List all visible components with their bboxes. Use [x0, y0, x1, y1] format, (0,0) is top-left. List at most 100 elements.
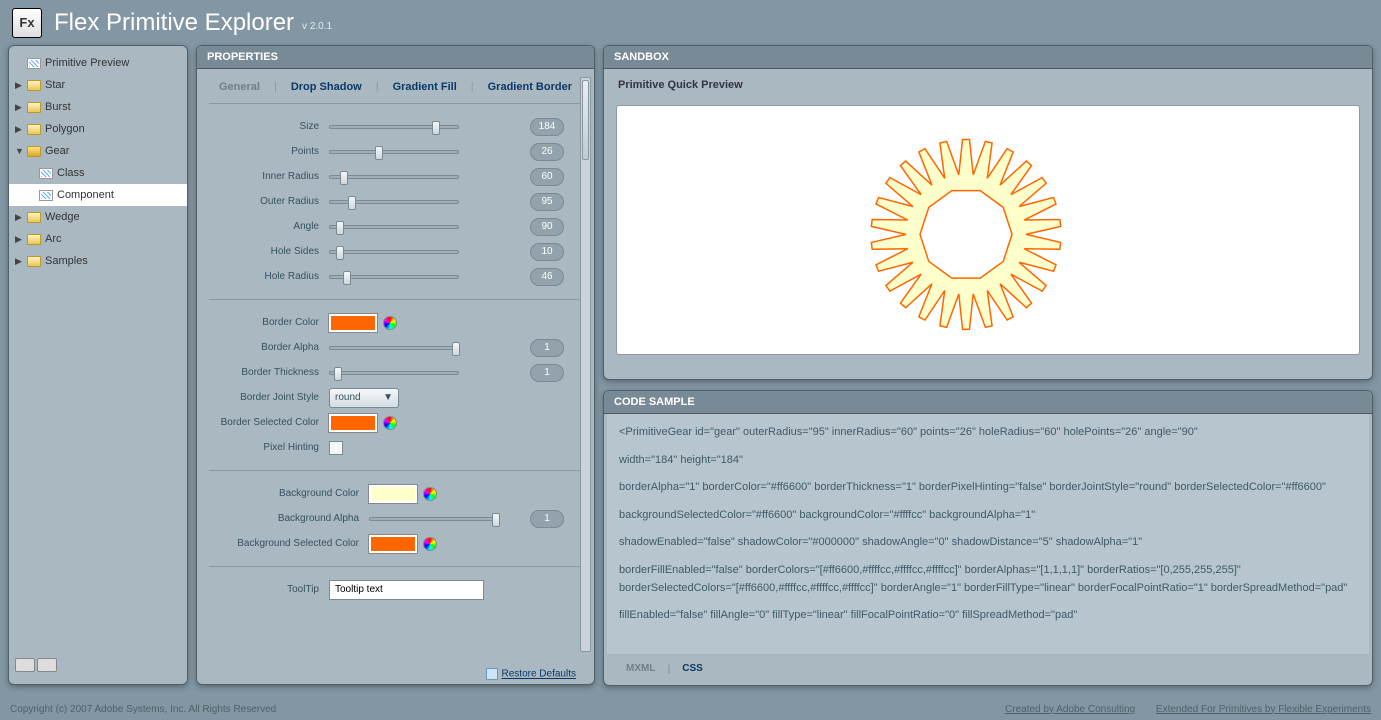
folder-icon: [27, 124, 41, 135]
color-picker-icon[interactable]: [423, 537, 437, 551]
outer-radius-slider[interactable]: [329, 200, 459, 204]
arrow-right-icon: ▶: [15, 256, 27, 267]
sandbox-header: SANDBOX: [604, 46, 1372, 69]
tab-css[interactable]: CSS: [672, 660, 713, 679]
code-header: CODE SAMPLE: [604, 391, 1372, 414]
arrow-right-icon: ▶: [15, 80, 27, 91]
bg-color-label: Background Color: [209, 488, 369, 499]
app-header: Fx Flex Primitive Explorer v 2.0.1: [0, 0, 1381, 45]
border-sel-swatch[interactable]: [329, 414, 377, 432]
tree-root[interactable]: Primitive Preview: [9, 52, 187, 74]
tooltip-input[interactable]: [329, 580, 484, 600]
tree-item-gear[interactable]: ▼Gear: [9, 140, 187, 162]
tree: Primitive Preview ▶Star▶Burst▶Polygon▼Ge…: [9, 52, 187, 652]
angle-slider[interactable]: [329, 225, 459, 229]
restore-defaults-link[interactable]: Restore Defaults: [502, 669, 576, 680]
preview-title: Primitive Quick Preview: [608, 73, 1368, 97]
app-title: Flex Primitive Explorer: [54, 9, 294, 37]
sandbox-panel: SANDBOX Primitive Quick Preview: [603, 45, 1373, 380]
folder-icon: [27, 234, 41, 245]
color-picker-icon[interactable]: [423, 487, 437, 501]
border-alpha-label: Border Alpha: [209, 342, 329, 353]
properties-header: PROPERTIES: [197, 46, 594, 69]
app-version: v 2.0.1: [302, 21, 332, 32]
points-slider[interactable]: [329, 150, 459, 154]
bg-alpha-value: 1: [530, 510, 564, 528]
color-picker-icon[interactable]: [383, 416, 397, 430]
tree-item-class[interactable]: Class: [9, 162, 187, 184]
tree-item-samples[interactable]: ▶Samples: [9, 250, 187, 272]
code-panel: CODE SAMPLE <PrimitiveGear id="gear" out…: [603, 390, 1373, 686]
tooltip-label: ToolTip: [209, 584, 329, 595]
bg-sel-swatch[interactable]: [369, 535, 417, 553]
border-color-swatch[interactable]: [329, 314, 377, 332]
outer-radius-label: Outer Radius: [209, 196, 329, 207]
preview-icon: [27, 58, 41, 69]
tab-gradient-fill[interactable]: Gradient Fill: [383, 77, 467, 97]
tree-root-label: Primitive Preview: [45, 57, 129, 69]
color-picker-icon[interactable]: [383, 316, 397, 330]
tree-item-arc[interactable]: ▶Arc: [9, 228, 187, 250]
border-alpha-slider[interactable]: [329, 346, 459, 350]
angle-label: Angle: [209, 221, 329, 232]
gear-primitive: [856, 124, 1076, 344]
code-tabs: MXML | CSS: [604, 654, 1372, 685]
app-logo-icon: Fx: [12, 8, 42, 38]
arrow-right-icon: ▶: [15, 212, 27, 223]
tree-item-burst[interactable]: ▶Burst: [9, 96, 187, 118]
tree-item-star[interactable]: ▶Star: [9, 74, 187, 96]
pixel-hinting-checkbox[interactable]: [329, 441, 343, 455]
bg-alpha-slider[interactable]: [369, 517, 499, 521]
folder-icon: [27, 80, 41, 91]
bg-sel-label: Background Selected Color: [209, 538, 369, 549]
inner-radius-value: 60: [530, 168, 564, 186]
tab-gradient-border[interactable]: Gradient Border: [478, 77, 582, 97]
scrollbar-thumb[interactable]: [582, 80, 589, 160]
size-label: Size: [209, 121, 329, 132]
size-slider[interactable]: [329, 125, 459, 129]
restore-icon: [486, 668, 498, 680]
outer-radius-value: 95: [530, 193, 564, 211]
folder-icon: [27, 102, 41, 113]
tree-item-component[interactable]: Component: [9, 184, 187, 206]
border-thickness-label: Border Thickness: [209, 367, 329, 378]
border-sel-label: Border Selected Color: [209, 417, 329, 428]
border-color-label: Border Color: [209, 317, 329, 328]
border-joint-label: Border Joint Style: [209, 392, 329, 403]
folder-icon: [27, 146, 41, 157]
inner-radius-slider[interactable]: [329, 175, 459, 179]
footer-link-flexible[interactable]: Extended For Primitives by Flexible Expe…: [1156, 704, 1371, 715]
bg-color-swatch[interactable]: [369, 485, 417, 503]
hole-radius-slider[interactable]: [329, 275, 459, 279]
folder-icon: [27, 212, 41, 223]
arrow-down-icon: ▼: [15, 146, 27, 156]
copyright: Copyright (c) 2007 Adobe Systems, Inc. A…: [10, 704, 276, 715]
properties-tabs: General|Drop Shadow|Gradient Fill|Gradie…: [209, 77, 582, 104]
scrollbar[interactable]: [580, 77, 591, 652]
chevron-down-icon: ▼: [383, 392, 393, 403]
hole-sides-value: 10: [530, 243, 564, 261]
inner-radius-label: Inner Radius: [209, 171, 329, 182]
arrow-right-icon: ▶: [15, 102, 27, 113]
tree-item-wedge[interactable]: ▶Wedge: [9, 206, 187, 228]
sidebar: Primitive Preview ▶Star▶Burst▶Polygon▼Ge…: [8, 45, 188, 685]
tab-general[interactable]: General: [209, 77, 270, 97]
view-list-icon[interactable]: [15, 658, 35, 672]
comp-icon: [39, 190, 53, 201]
points-value: 26: [530, 143, 564, 161]
size-value: 184: [530, 118, 564, 136]
hole-sides-slider[interactable]: [329, 250, 459, 254]
border-joint-combo[interactable]: round▼: [329, 388, 399, 408]
view-grid-icon[interactable]: [37, 658, 57, 672]
hole-radius-label: Hole Radius: [209, 271, 329, 282]
arrow-right-icon: ▶: [15, 124, 27, 135]
tab-drop-shadow[interactable]: Drop Shadow: [281, 77, 372, 97]
tab-mxml[interactable]: MXML: [616, 660, 665, 679]
border-thickness-slider[interactable]: [329, 371, 459, 375]
bg-alpha-label: Background Alpha: [209, 513, 369, 524]
tree-item-polygon[interactable]: ▶Polygon: [9, 118, 187, 140]
code-body[interactable]: <PrimitiveGear id="gear" outerRadius="95…: [607, 414, 1369, 654]
points-label: Points: [209, 146, 329, 157]
view-mode-buttons: [9, 652, 187, 678]
footer-link-adobe[interactable]: Created by Adobe Consulting: [1005, 704, 1135, 715]
